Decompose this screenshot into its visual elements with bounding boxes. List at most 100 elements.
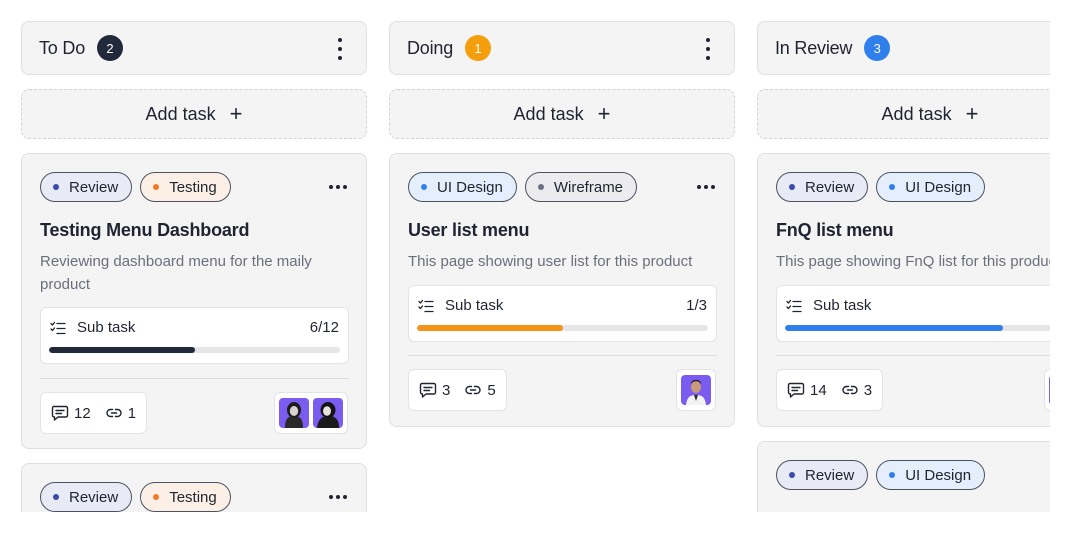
progress-fill (417, 325, 563, 331)
add-task-label: Add task (513, 103, 584, 124)
card-meta: 14 3 (776, 369, 884, 411)
tag-list: UI Design Wireframe (408, 172, 638, 202)
dot-icon (153, 184, 160, 190)
link-icon (842, 385, 858, 395)
assignees (676, 369, 716, 411)
tag-ui-design[interactable]: UI Design (876, 172, 986, 202)
dot-icon (53, 184, 59, 190)
task-card[interactable]: Review Testing Testing Menu Dashboard Re… (21, 153, 367, 449)
tag-testing[interactable]: Testing (140, 482, 231, 512)
dot-icon (421, 184, 427, 190)
checklist-icon (50, 321, 66, 335)
add-task-label: Add task (881, 103, 952, 124)
avatar[interactable] (313, 398, 343, 428)
column-title: Doing (407, 37, 454, 58)
subtask-box[interactable]: Sub task (776, 285, 1050, 342)
person-avatar-icon (1049, 375, 1050, 405)
card-menu-icon[interactable] (329, 185, 347, 189)
column-header: Doing 1 (389, 21, 735, 75)
subtask-box[interactable]: Sub task 1/3 (408, 285, 717, 342)
dot-icon (789, 184, 795, 190)
subtask-count: 6/12 (309, 319, 339, 336)
links-count[interactable]: 3 (841, 381, 872, 399)
tag-label: UI Design (905, 466, 972, 484)
tag-review[interactable]: Review (40, 482, 133, 512)
progress-track (49, 347, 340, 353)
dot-icon (889, 184, 896, 190)
column-header: In Review 3 (757, 21, 1050, 75)
links-value: 3 (863, 381, 873, 399)
card-meta: 3 5 (408, 369, 507, 411)
link-icon (465, 385, 482, 395)
add-task-label: Add task (145, 103, 216, 124)
tag-list: Review UI Design (776, 460, 986, 490)
comments-value: 14 (810, 381, 827, 399)
add-task-button[interactable]: Add task + (389, 89, 735, 139)
tag-review[interactable]: Review (776, 172, 869, 202)
card-meta: 12 1 (40, 392, 148, 434)
dot-icon (153, 494, 160, 500)
comment-icon (787, 382, 805, 398)
card-description: This page showing FnQ list for this prod… (776, 253, 1050, 270)
task-card[interactable]: Review UI Design FnQ list menu This page… (757, 153, 1050, 427)
tag-review[interactable]: Review (776, 460, 869, 490)
avatar[interactable] (681, 375, 711, 405)
tag-label: Testing (169, 178, 217, 196)
card-title: User list menu (408, 220, 530, 240)
card-description: This page showing user list for this pro… (408, 253, 693, 270)
card-title: FnQ list menu (776, 220, 894, 240)
plus-icon: + (965, 101, 979, 126)
card-menu-icon[interactable] (329, 495, 347, 499)
subtask-box[interactable]: Sub task 6/12 (40, 307, 349, 364)
tag-label: Testing (169, 488, 217, 506)
subtask-label: Sub task (813, 297, 872, 314)
comments-count[interactable]: 12 (51, 404, 91, 422)
tag-list: Review Testing (40, 482, 231, 512)
card-description: Reviewing dashboard menu for the maily p… (40, 253, 312, 293)
tag-ui-design[interactable]: UI Design (876, 460, 986, 490)
links-count[interactable]: 1 (105, 404, 136, 422)
tag-wireframe[interactable]: Wireframe (524, 172, 638, 202)
add-task-button[interactable]: Add task + (757, 89, 1050, 139)
subtask-count: 1/3 (686, 297, 707, 314)
dot-icon (53, 494, 59, 500)
tag-list: Review Testing (40, 172, 231, 202)
card-title: Testing Menu Dashboard (40, 220, 250, 240)
link-icon (106, 408, 122, 418)
checklist-icon (786, 299, 802, 313)
task-count-badge: 2 (97, 35, 124, 61)
column-menu-icon[interactable] (336, 38, 344, 60)
progress-track (417, 325, 708, 331)
tag-review[interactable]: Review (40, 172, 133, 202)
divider (408, 355, 717, 356)
woman-avatar-icon (317, 402, 339, 428)
column-menu-icon[interactable] (704, 38, 712, 60)
links-count[interactable]: 5 (464, 381, 496, 399)
comments-count[interactable]: 3 (419, 381, 450, 399)
comments-value: 12 (74, 404, 91, 422)
checklist-icon (418, 299, 434, 313)
comment-icon (419, 382, 437, 398)
tag-label: Review (805, 466, 855, 484)
column-title: In Review (775, 37, 853, 58)
links-value: 5 (487, 381, 496, 399)
subtask-label: Sub task (445, 297, 504, 314)
column-title: To Do (39, 37, 86, 58)
tag-label: UI Design (905, 178, 972, 196)
task-card[interactable]: Review UI Design (757, 441, 1050, 512)
comments-count[interactable]: 14 (787, 381, 827, 399)
dot-icon (789, 472, 795, 478)
task-card[interactable]: UI Design Wireframe User list menu This … (389, 153, 735, 427)
tag-label: UI Design (437, 178, 503, 196)
avatar[interactable] (1049, 375, 1050, 405)
divider (776, 355, 1050, 356)
task-count-badge: 1 (465, 35, 492, 61)
column-header: To Do 2 (21, 21, 367, 75)
task-card[interactable]: Review Testing (21, 463, 367, 512)
avatar[interactable] (279, 398, 309, 428)
tag-testing[interactable]: Testing (140, 172, 231, 202)
add-task-button[interactable]: Add task + (21, 89, 367, 139)
tag-list: Review UI Design (776, 172, 986, 202)
card-menu-icon[interactable] (697, 185, 715, 189)
tag-ui-design[interactable]: UI Design (408, 172, 517, 202)
